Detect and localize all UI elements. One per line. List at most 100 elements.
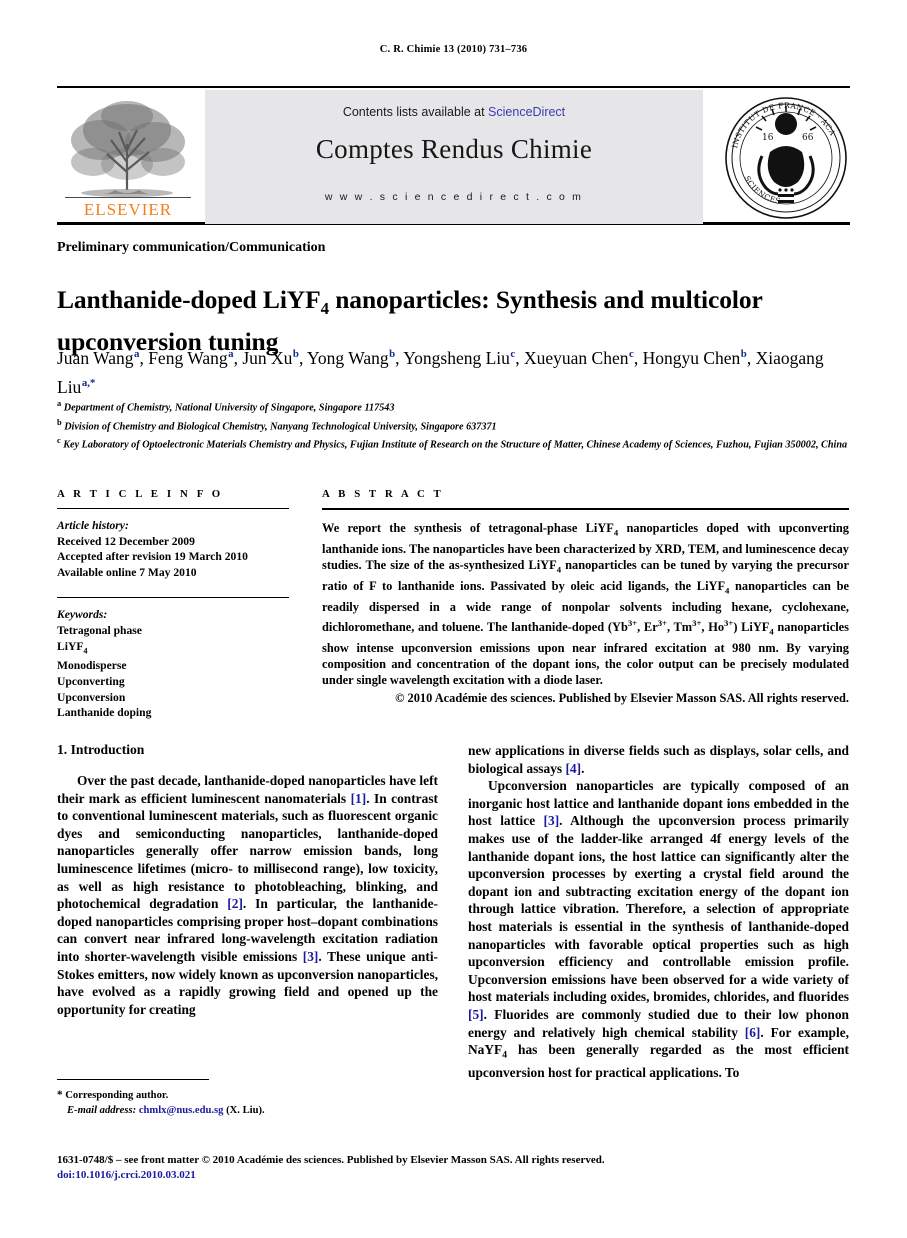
abstract-rule <box>322 508 849 510</box>
author-affiliation-mark: c <box>629 348 634 360</box>
keyword-item: LiYF4 <box>57 639 88 655</box>
author-name: Feng Wang <box>148 347 228 368</box>
intro-paragraph-2: Upconversion nanoparticles are typically… <box>468 777 849 1082</box>
abstract-sup: 3+ <box>627 617 638 628</box>
author-name: Yongsheng Liu <box>403 347 510 368</box>
author-affiliation-mark: b <box>389 348 396 360</box>
citation-ref[interactable]: [2] <box>227 896 243 911</box>
keywords-rule <box>57 597 289 599</box>
abstract-seg: , Er <box>637 620 658 635</box>
citation-ref[interactable]: [3] <box>544 813 560 828</box>
keyword-item: Upconversion <box>57 690 126 704</box>
para-seg: has been generally regarded as the most … <box>468 1042 849 1081</box>
keyword-list: Keywords: Tetragonal phase LiYF4 Monodis… <box>57 607 289 720</box>
intro-paragraph-1: Over the past decade, lanthanide-doped n… <box>57 772 438 1018</box>
email-label: E-mail address: <box>67 1104 137 1116</box>
svg-text:16: 16 <box>762 133 774 143</box>
article-info-heading: A R T I C L E I N F O <box>57 488 224 500</box>
journal-masthead: ELSEVIER Contents lists available at Sci… <box>57 86 850 225</box>
footnote-star: * <box>57 1089 63 1101</box>
author-affiliation-mark: a <box>134 348 140 360</box>
svg-text:66: 66 <box>802 133 814 143</box>
corresponding-author-line: * Corresponding author. <box>57 1088 438 1104</box>
author-name: Hongyu Chen <box>642 347 741 368</box>
academie-seal-icon: 16 66 INSTITUT DE FRANCE · ACA SCIENCES <box>725 97 847 219</box>
email-owner: (X. Liu). <box>226 1104 265 1116</box>
author-affiliation-mark: b <box>292 348 299 360</box>
keywords-label: Keywords: <box>57 608 108 622</box>
doi-link[interactable]: doi:10.1016/j.crci.2010.03.021 <box>57 1168 847 1183</box>
para-seg: . <box>581 760 585 776</box>
para-seg: new applications in diverse fields such … <box>468 743 849 776</box>
corresponding-author-note: * Corresponding author. E-mail address: … <box>57 1088 438 1118</box>
abstract-text: We report the synthesis of tetragonal-ph… <box>322 520 849 689</box>
author-name: Yong Wang <box>307 347 389 368</box>
keyword-item: Monodisperse <box>57 659 127 673</box>
author-name: Juan Wang <box>57 347 134 368</box>
keyword-item: Tetragonal phase <box>57 623 142 637</box>
paper-page: C. R. Chimie 13 (2010) 731–736 ELSEVIER … <box>0 0 907 1238</box>
article-type-label: Preliminary communication/Communication <box>57 240 326 255</box>
page-footer: 1631-0748/$ – see front matter © 2010 Ac… <box>57 1153 847 1183</box>
article-info-rule <box>57 508 289 509</box>
citation-ref[interactable]: [5] <box>468 1007 484 1022</box>
journal-title: Comptes Rendus Chimie <box>315 134 593 164</box>
title-part-1: Lanthanide-doped LiYF <box>57 285 321 315</box>
affiliation-item: a Department of Chemistry, National Univ… <box>57 399 395 414</box>
academie-seal: 16 66 INSTITUT DE FRANCE · ACA SCIENCES <box>722 94 850 222</box>
keyword-item: Lanthanide doping <box>57 706 152 720</box>
history-item: Accepted after revision 19 March 2010 <box>57 550 248 564</box>
article-info-column: A R T I C L E I N F O Article history: R… <box>57 488 289 721</box>
body-column-left: 1. Introduction Over the past decade, la… <box>57 742 438 1018</box>
keyword-item: Upconverting <box>57 675 125 689</box>
citation-ref[interactable]: [3] <box>303 949 319 964</box>
citation-ref[interactable]: [6] <box>745 1025 761 1040</box>
author-affiliation-mark: b <box>740 348 747 360</box>
journal-url[interactable]: w w w . s c i e n c e d i r e c t . c o … <box>205 191 703 203</box>
article-history: Article history: Received 12 December 20… <box>57 518 289 580</box>
abstract-seg: We report the synthesis of tetragonal-ph… <box>322 521 614 535</box>
citation-ref[interactable]: [1] <box>351 791 367 806</box>
intro-paragraph-1-continued: new applications in diverse fields such … <box>468 742 849 777</box>
elsevier-logo: ELSEVIER <box>57 92 199 224</box>
author-affiliation-mark: a,* <box>81 376 96 389</box>
affiliation-list: a Department of Chemistry, National Univ… <box>57 397 857 453</box>
abstract-sup: 3+ <box>657 617 667 628</box>
footnote-divider <box>57 1079 209 1080</box>
author-affiliation-mark: c <box>510 348 516 360</box>
corresponding-author-text: Corresponding author. <box>65 1090 169 1101</box>
author-name: Xueyuan Chen <box>524 347 629 368</box>
affiliation-mark: c <box>57 436 61 446</box>
affiliation-item: c Key Laboratory of Optoelectronic Mater… <box>57 436 848 451</box>
affiliation-item: b Division of Chemistry and Biological C… <box>57 417 497 432</box>
sciencedirect-link[interactable]: ScienceDirect <box>488 105 565 119</box>
affiliation-mark: a <box>57 399 62 408</box>
email-link[interactable]: chmlx@nus.edu.sg <box>139 1105 224 1116</box>
para-seg: . Although the upconversion process prim… <box>468 813 850 1005</box>
article-history-label: Article history: <box>57 519 129 532</box>
abstract-heading: A B S T R A C T <box>322 488 444 500</box>
email-line: E-mail address: chmlx@nus.edu.sg (X. Liu… <box>57 1104 438 1119</box>
para-seg: . In contrast to conventional luminescen… <box>57 790 438 912</box>
author-name: Jun Xu <box>242 347 293 368</box>
history-item: Available online 7 May 2010 <box>57 565 197 579</box>
citation-ref[interactable]: [4] <box>565 761 581 776</box>
abstract-seg: , Tm <box>666 620 693 635</box>
elsevier-divider <box>65 196 191 198</box>
abstract-seg: ) LiYF <box>733 620 770 635</box>
elsevier-wordmark: ELSEVIER <box>83 200 173 219</box>
abstract-column: A B S T R A C T We report the synthesis … <box>322 488 849 706</box>
history-item: Received 12 December 2009 <box>57 534 195 548</box>
title-subscript: 4 <box>320 299 329 319</box>
abstract-copyright: © 2010 Académie des sciences. Published … <box>395 690 849 705</box>
body-column-right: new applications in diverse fields such … <box>468 742 849 1082</box>
footer-copyright: 1631-0748/$ – see front matter © 2010 Ac… <box>57 1154 605 1166</box>
author-affiliation-mark: a <box>228 348 234 360</box>
running-head: C. R. Chimie 13 (2010) 731–736 <box>379 44 528 55</box>
section-heading-introduction: 1. Introduction <box>57 742 145 757</box>
abstract-sup: 3+ <box>724 617 734 628</box>
abstract-seg: , Ho <box>701 620 725 635</box>
contents-list-line: Contents lists available at ScienceDirec… <box>205 105 703 119</box>
contents-prefix: Contents lists available at <box>342 105 489 119</box>
affiliation-mark: b <box>57 417 62 427</box>
